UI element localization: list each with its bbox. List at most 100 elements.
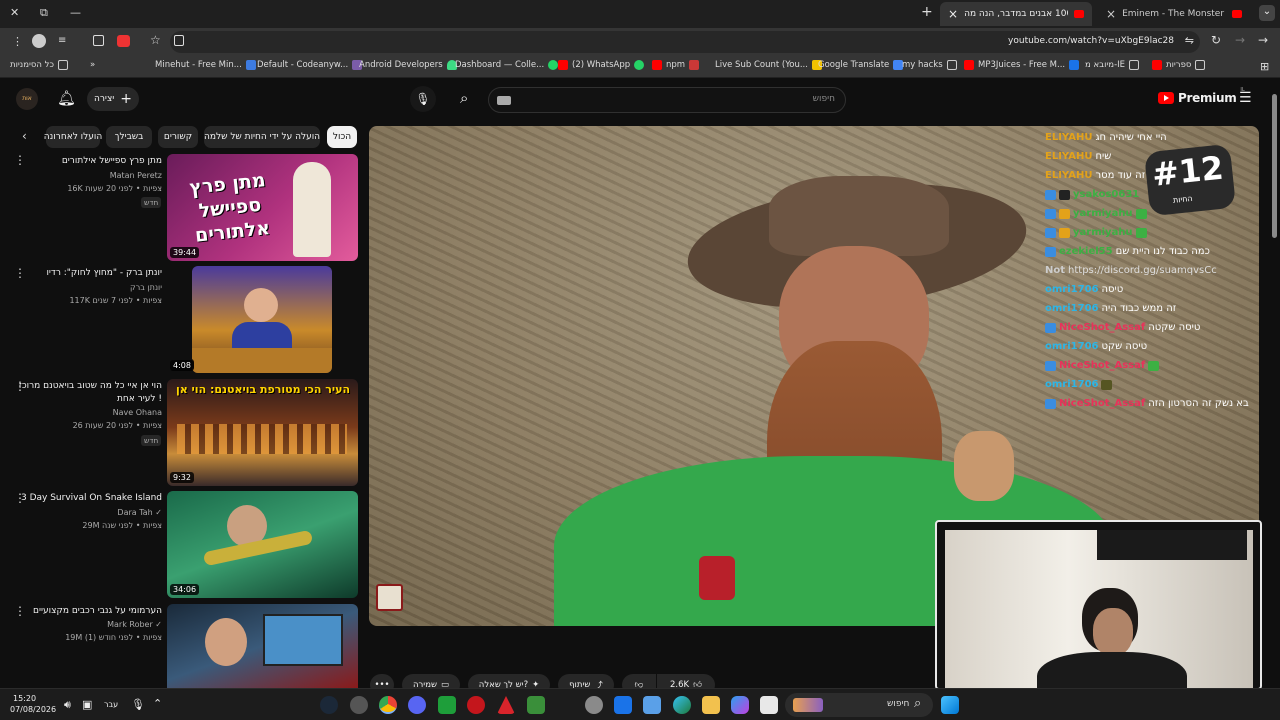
bookmark-mp3juices[interactable]: MP3Juices - Free M...: [964, 60, 1080, 70]
video-channel[interactable]: Dara Tah ✓: [117, 508, 162, 517]
video-channel[interactable]: Matan Peretz: [110, 171, 162, 180]
chips-scroll-left-icon[interactable]: ‹: [22, 129, 27, 143]
page-scrollbar[interactable]: [1272, 94, 1277, 238]
search-input[interactable]: חיפוש: [488, 87, 846, 113]
tab-search-button[interactable]: ⌄: [1259, 5, 1275, 21]
window-close-icon[interactable]: ✕: [10, 6, 19, 19]
adblock-icon[interactable]: [117, 35, 130, 47]
tab-close-icon[interactable]: ×: [1106, 7, 1116, 21]
video-title[interactable]: הערמומי על גנבי רכבים מקצועיים: [33, 606, 162, 616]
video-thumbnail[interactable]: מתן פרץ ספיישל אלתורים 39:44: [167, 154, 358, 261]
bookmark-star-icon[interactable]: ☆: [150, 33, 161, 47]
discord-icon[interactable]: [408, 696, 426, 714]
forward-icon[interactable]: →: [1235, 33, 1245, 47]
youtube-premium-logo[interactable]: Premium IL: [1158, 87, 1245, 105]
voice-search-button[interactable]: 🎙︎: [410, 86, 436, 112]
share-page-icon[interactable]: [174, 35, 184, 46]
arc-icon[interactable]: [497, 696, 515, 714]
video-channel[interactable]: Nave Ohana: [113, 408, 162, 417]
video-thumbnail[interactable]: 4:08: [192, 266, 332, 373]
video-thumbnail[interactable]: [167, 604, 358, 688]
reload-icon[interactable]: ↻: [1211, 33, 1221, 47]
bookmark-npm[interactable]: npm: [652, 60, 700, 70]
video-options-icon[interactable]: ⋮: [14, 380, 26, 392]
bookmark-ie-import[interactable]: מיובא מ-IE: [1085, 60, 1140, 70]
bookmark-codeanywhere[interactable]: Default - Codeanyw...: [257, 60, 363, 70]
app-icon[interactable]: [350, 696, 368, 714]
window-minimize-icon[interactable]: —: [70, 6, 81, 19]
extensions-icon[interactable]: [93, 35, 104, 46]
media-player-icon[interactable]: [438, 696, 456, 714]
video-thumbnail[interactable]: 34:06: [167, 491, 358, 598]
mic-icon[interactable]: 🎙︎: [131, 698, 145, 711]
file-explorer-icon[interactable]: [702, 696, 720, 714]
app-icon[interactable]: [585, 696, 603, 714]
search-icon[interactable]: ⌕: [460, 89, 468, 107]
edge-icon[interactable]: [673, 696, 691, 714]
tab-close-icon[interactable]: ×: [948, 7, 958, 21]
video-options-icon[interactable]: ⋮: [14, 154, 26, 166]
chip-uploaded-by[interactable]: הועלה על ידי החיות של שלמה: [204, 126, 320, 148]
video-title-line2[interactable]: לעיר אחת !: [117, 394, 162, 404]
video-options-icon[interactable]: ⋮: [14, 605, 26, 617]
bookmark-label: my hacks: [902, 60, 943, 70]
video-title[interactable]: 3 Day Survival On Snake Island: [21, 493, 162, 503]
bookmark-libraries[interactable]: ספריות: [1152, 60, 1206, 70]
apps-grid-icon[interactable]: ⊞: [1260, 60, 1269, 73]
video-options-icon[interactable]: ⋮: [14, 267, 26, 279]
language-indicator[interactable]: עבר: [104, 700, 118, 709]
steam-icon[interactable]: [320, 696, 338, 714]
opera-icon[interactable]: [467, 696, 485, 714]
video-thumbnail[interactable]: העיר הכי מטורפת בויאטנם: הוי אן 9:32: [167, 379, 358, 486]
chip-recent[interactable]: הועלו לאחרונה: [44, 126, 102, 148]
new-tab-button[interactable]: +: [921, 4, 933, 20]
url-bar[interactable]: ☆ youtube.com/watch?v=uXbgE9lac28 ⇋: [150, 31, 1200, 53]
video-title[interactable]: מתן פרץ ספיישל אילתורים: [62, 156, 162, 166]
browser-menu-icon[interactable]: ⋮: [12, 35, 23, 48]
video-options-icon[interactable]: ⋮: [14, 492, 26, 504]
video-channel[interactable]: Mark Rober ✓: [107, 620, 162, 629]
site-settings-icon[interactable]: ⇋: [1185, 34, 1194, 47]
clock[interactable]: 15:20 07/08/2026: [10, 693, 56, 715]
windows-start-icon[interactable]: [941, 696, 959, 714]
chip-related[interactable]: קשורים: [158, 126, 198, 148]
volume-icon[interactable]: 🔊︎: [64, 698, 71, 712]
bookmark-minehut[interactable]: Minehut - Free Min...: [155, 60, 256, 70]
media-control-icon[interactable]: ≡: [58, 35, 66, 46]
bookmark-dashboard[interactable]: Dashboard — Colle...: [455, 60, 559, 70]
tab-current-video[interactable]: × הפכתי 100 אבנים במדבר, הנה מה: [940, 2, 1092, 26]
chip-for-you[interactable]: בשבילך: [106, 126, 152, 148]
bookmark-myhacks[interactable]: my hacks: [902, 60, 957, 70]
tray-expand-icon[interactable]: ⌃: [153, 697, 162, 710]
store-icon[interactable]: [643, 696, 661, 714]
taskbar-search-box[interactable]: חיפוש ⌕: [785, 693, 933, 717]
window-restore-icon[interactable]: ⧉: [40, 6, 48, 20]
channel-watermark[interactable]: [376, 584, 403, 611]
network-icon[interactable]: ▣: [82, 698, 92, 711]
keyboard-icon[interactable]: [497, 96, 511, 105]
chat-message: ELIYAHU שיח: [1045, 151, 1111, 162]
bookmarks-overflow-icon[interactable]: »: [90, 60, 95, 70]
copilot-icon[interactable]: [731, 696, 749, 714]
bookmark-livesub[interactable]: Live Sub Count (You...: [715, 60, 822, 70]
video-channel[interactable]: יונתן ברק: [130, 283, 162, 292]
bookmark-android[interactable]: Android Developers: [359, 60, 457, 70]
chip-all[interactable]: הכול: [327, 126, 357, 148]
minecraft-icon[interactable]: [527, 696, 545, 714]
verified-icon: ✓: [155, 508, 162, 517]
chrome-icon[interactable]: [379, 696, 397, 714]
video-title[interactable]: הוי אן איי כל מה שטוב בויאטנם מרוכז: [19, 381, 162, 391]
channel-avatar[interactable]: אות: [16, 88, 38, 110]
notifications-bell-icon[interactable]: 🔔︎: [57, 89, 76, 107]
back-icon[interactable]: →: [1258, 33, 1268, 47]
bookmark-whatsapp[interactable]: (2) WhatsApp: [558, 60, 645, 70]
tab-eminem[interactable]: × Eminem - The Monster ft. Rihanna: [1098, 2, 1250, 26]
app-icon[interactable]: [760, 696, 778, 714]
video-title[interactable]: יונתן ברק - "מחוץ לחוק": רדיו: [46, 268, 162, 278]
profile-avatar[interactable]: [32, 34, 46, 48]
bookmark-translate[interactable]: Google Translate: [818, 60, 904, 70]
create-button[interactable]: יצירה +: [87, 87, 139, 111]
hamburger-menu-icon[interactable]: ☰: [1239, 90, 1252, 106]
bookmark-all[interactable]: כל הסימניות: [10, 60, 68, 70]
mail-icon[interactable]: [614, 696, 632, 714]
